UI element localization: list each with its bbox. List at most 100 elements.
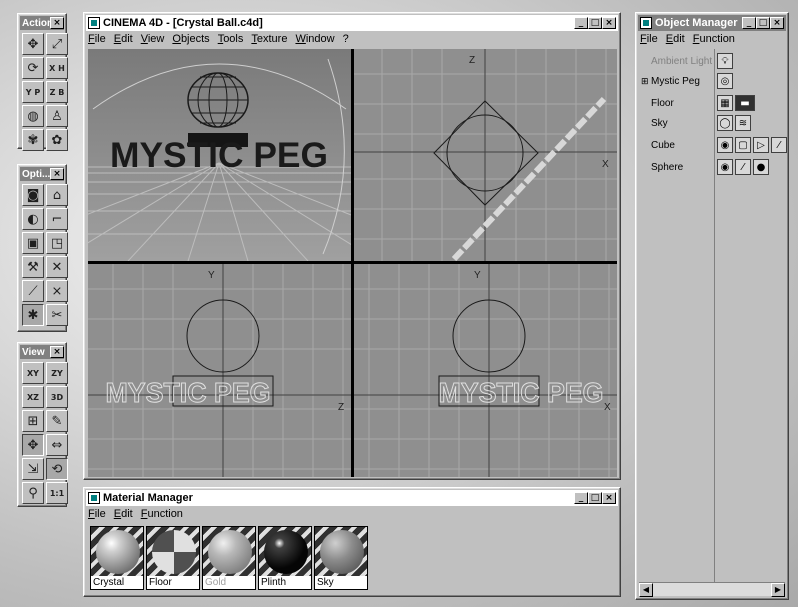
coordinate-system-button[interactable]: ◍ (22, 105, 44, 127)
object-name[interactable]: Mystic Peg (651, 76, 700, 87)
object-name[interactable]: Floor (651, 98, 674, 109)
close-icon[interactable]: × (50, 168, 64, 180)
sky-icon[interactable]: ◯ (717, 115, 733, 131)
material-sky[interactable]: Sky (314, 526, 368, 590)
object-row-ambient-light[interactable]: Ambient Light 💡︎ (639, 51, 785, 71)
smooth-tool-button[interactable]: ⨯ (46, 280, 68, 302)
floor-icon[interactable]: ▦ (717, 95, 733, 111)
action-palette-titlebar[interactable]: Action × (20, 16, 64, 30)
light-tool-button[interactable]: ⌂ (46, 184, 68, 206)
object-manager-titlebar[interactable]: Object Manager _ □ × (638, 15, 786, 31)
om-menu-edit[interactable]: Edit (666, 33, 685, 45)
mm-menu-edit[interactable]: Edit (114, 508, 133, 520)
material-floor[interactable]: Floor (146, 526, 200, 590)
close-icon[interactable]: × (50, 346, 64, 358)
menu-edit[interactable]: Edit (114, 33, 133, 45)
phong-tag-icon[interactable]: ⁄ (735, 159, 751, 175)
menu-texture[interactable]: Texture (251, 33, 287, 45)
close-icon[interactable]: × (602, 492, 616, 504)
one-to-one-button[interactable]: 1:1 (46, 482, 68, 504)
front-viewport[interactable]: Z X (354, 49, 617, 261)
magnet-tool-button[interactable]: ✕ (46, 256, 68, 278)
close-icon[interactable]: × (770, 17, 784, 29)
object-mode-button[interactable]: ♙ (46, 105, 68, 127)
om-menu-file[interactable]: File (640, 33, 658, 45)
x-axis-lock-button[interactable]: X H (46, 57, 68, 79)
figure-tool-button[interactable]: ✱ (22, 304, 44, 326)
minimize-icon[interactable]: _ (742, 17, 756, 29)
object-row-sphere[interactable]: Sphere ◉ ⁄ ● (639, 157, 785, 177)
select-tool-button[interactable]: ◳ (46, 232, 68, 254)
om-horizontal-scrollbar[interactable]: ◀ ▶ (639, 582, 785, 597)
brush-tool-button[interactable]: ⟋ (22, 280, 44, 302)
primitive-icon[interactable]: ◉ (717, 137, 733, 153)
minimize-icon[interactable]: _ (574, 17, 588, 29)
phong-tag-icon[interactable]: ⁄ (771, 137, 787, 153)
object-name[interactable]: Sky (651, 118, 668, 129)
view-palette-titlebar[interactable]: View × (20, 345, 64, 359)
object-name[interactable]: Ambient Light (651, 56, 712, 67)
edit-tool-button[interactable]: ▣ (22, 232, 44, 254)
scale-tool-button[interactable]: ⤢ (46, 33, 68, 55)
y-axis-lock-button[interactable]: Y P (22, 81, 44, 103)
object-row-sky[interactable]: Sky ◯ ≋ (639, 113, 785, 133)
om-menu-function[interactable]: Function (693, 33, 735, 45)
object-row-mystic-peg[interactable]: ⊞ Mystic Peg ◎ (639, 71, 785, 91)
z-axis-lock-button[interactable]: Z B (46, 81, 68, 103)
light-icon[interactable]: 💡︎ (717, 53, 733, 69)
object-name[interactable]: Sphere (651, 162, 683, 173)
mm-menu-function[interactable]: Function (141, 508, 183, 520)
render-tool-button[interactable]: ◐ (22, 208, 44, 230)
maximize-icon[interactable]: □ (756, 17, 770, 29)
menu-file[interactable]: File (88, 33, 106, 45)
minimize-icon[interactable]: _ (574, 492, 588, 504)
object-row-floor[interactable]: Floor ▦ ▬ (639, 93, 785, 113)
options-palette-titlebar[interactable]: Opti... × (20, 167, 64, 181)
perspective-viewport[interactable]: MYSTIC PEG (88, 49, 351, 261)
texture-tag-icon[interactable]: ≋ (735, 115, 751, 131)
primitive-icon[interactable]: ◉ (717, 159, 733, 175)
move-tool-button[interactable]: ✥ (22, 33, 44, 55)
scroll-left-icon[interactable]: ◀ (639, 583, 653, 597)
play-tag-icon[interactable]: ▷ (753, 137, 769, 153)
menu-window[interactable]: Window (295, 33, 334, 45)
maximize-icon[interactable]: □ (588, 492, 602, 504)
menu-view[interactable]: View (141, 33, 165, 45)
deform-tool-button[interactable]: ✂ (46, 304, 68, 326)
material-plinth[interactable]: Plinth (258, 526, 312, 590)
material-gold[interactable]: Gold (202, 526, 256, 590)
close-icon[interactable]: × (602, 17, 616, 29)
texture-tool-button[interactable]: ⌐ (46, 208, 68, 230)
magnify-icon[interactable]: ⚲ (22, 482, 44, 504)
rotate-tool-button[interactable]: ⟳ (22, 57, 44, 79)
close-icon[interactable]: × (50, 17, 64, 29)
scroll-right-icon[interactable]: ▶ (771, 583, 785, 597)
rotate-view-button[interactable]: ⟲ (46, 458, 68, 480)
menu-tools[interactable]: Tools (218, 33, 244, 45)
mm-menu-file[interactable]: File (88, 508, 106, 520)
move-view-button[interactable]: ⇔ (46, 434, 68, 456)
animation-button[interactable]: ✾ (22, 129, 44, 151)
top-viewport[interactable]: Y X MYSTIC PEG (354, 264, 617, 477)
maximize-icon[interactable]: □ (588, 17, 602, 29)
pan-view-button[interactable]: ✥ (22, 434, 44, 456)
menu-objects[interactable]: Objects (172, 33, 209, 45)
view-3d-button[interactable]: 3D (46, 386, 68, 408)
knife-tool-button[interactable]: ⚒ (22, 256, 44, 278)
cube-icon[interactable]: ▢ (735, 137, 751, 153)
view-xz-button[interactable]: XZ (22, 386, 44, 408)
zoom-view-button[interactable]: ⇲ (22, 458, 44, 480)
object-row-cube[interactable]: Cube ◉ ▢ ▷ ⁄ (639, 135, 787, 155)
material-manager-titlebar[interactable]: Material Manager _ □ × (86, 490, 618, 506)
null-object-icon[interactable]: ◎ (717, 73, 733, 89)
main-window-titlebar[interactable]: CINEMA 4D - [Crystal Ball.c4d] _ □ × (86, 15, 618, 31)
view-zy-button[interactable]: ZY (46, 362, 68, 384)
material-crystal[interactable]: Crystal (90, 526, 144, 590)
sphere-icon[interactable]: ● (753, 159, 769, 175)
side-viewport[interactable]: Y Z MYSTIC PEG (88, 264, 351, 477)
pencil-icon[interactable]: ✎ (46, 410, 68, 432)
texture-tag-icon[interactable]: ▬ (735, 95, 755, 111)
menu-help[interactable]: ? (343, 33, 349, 45)
camera-tool-button[interactable]: ◙ (22, 184, 44, 206)
expand-icon[interactable]: ⊞ (641, 76, 649, 87)
